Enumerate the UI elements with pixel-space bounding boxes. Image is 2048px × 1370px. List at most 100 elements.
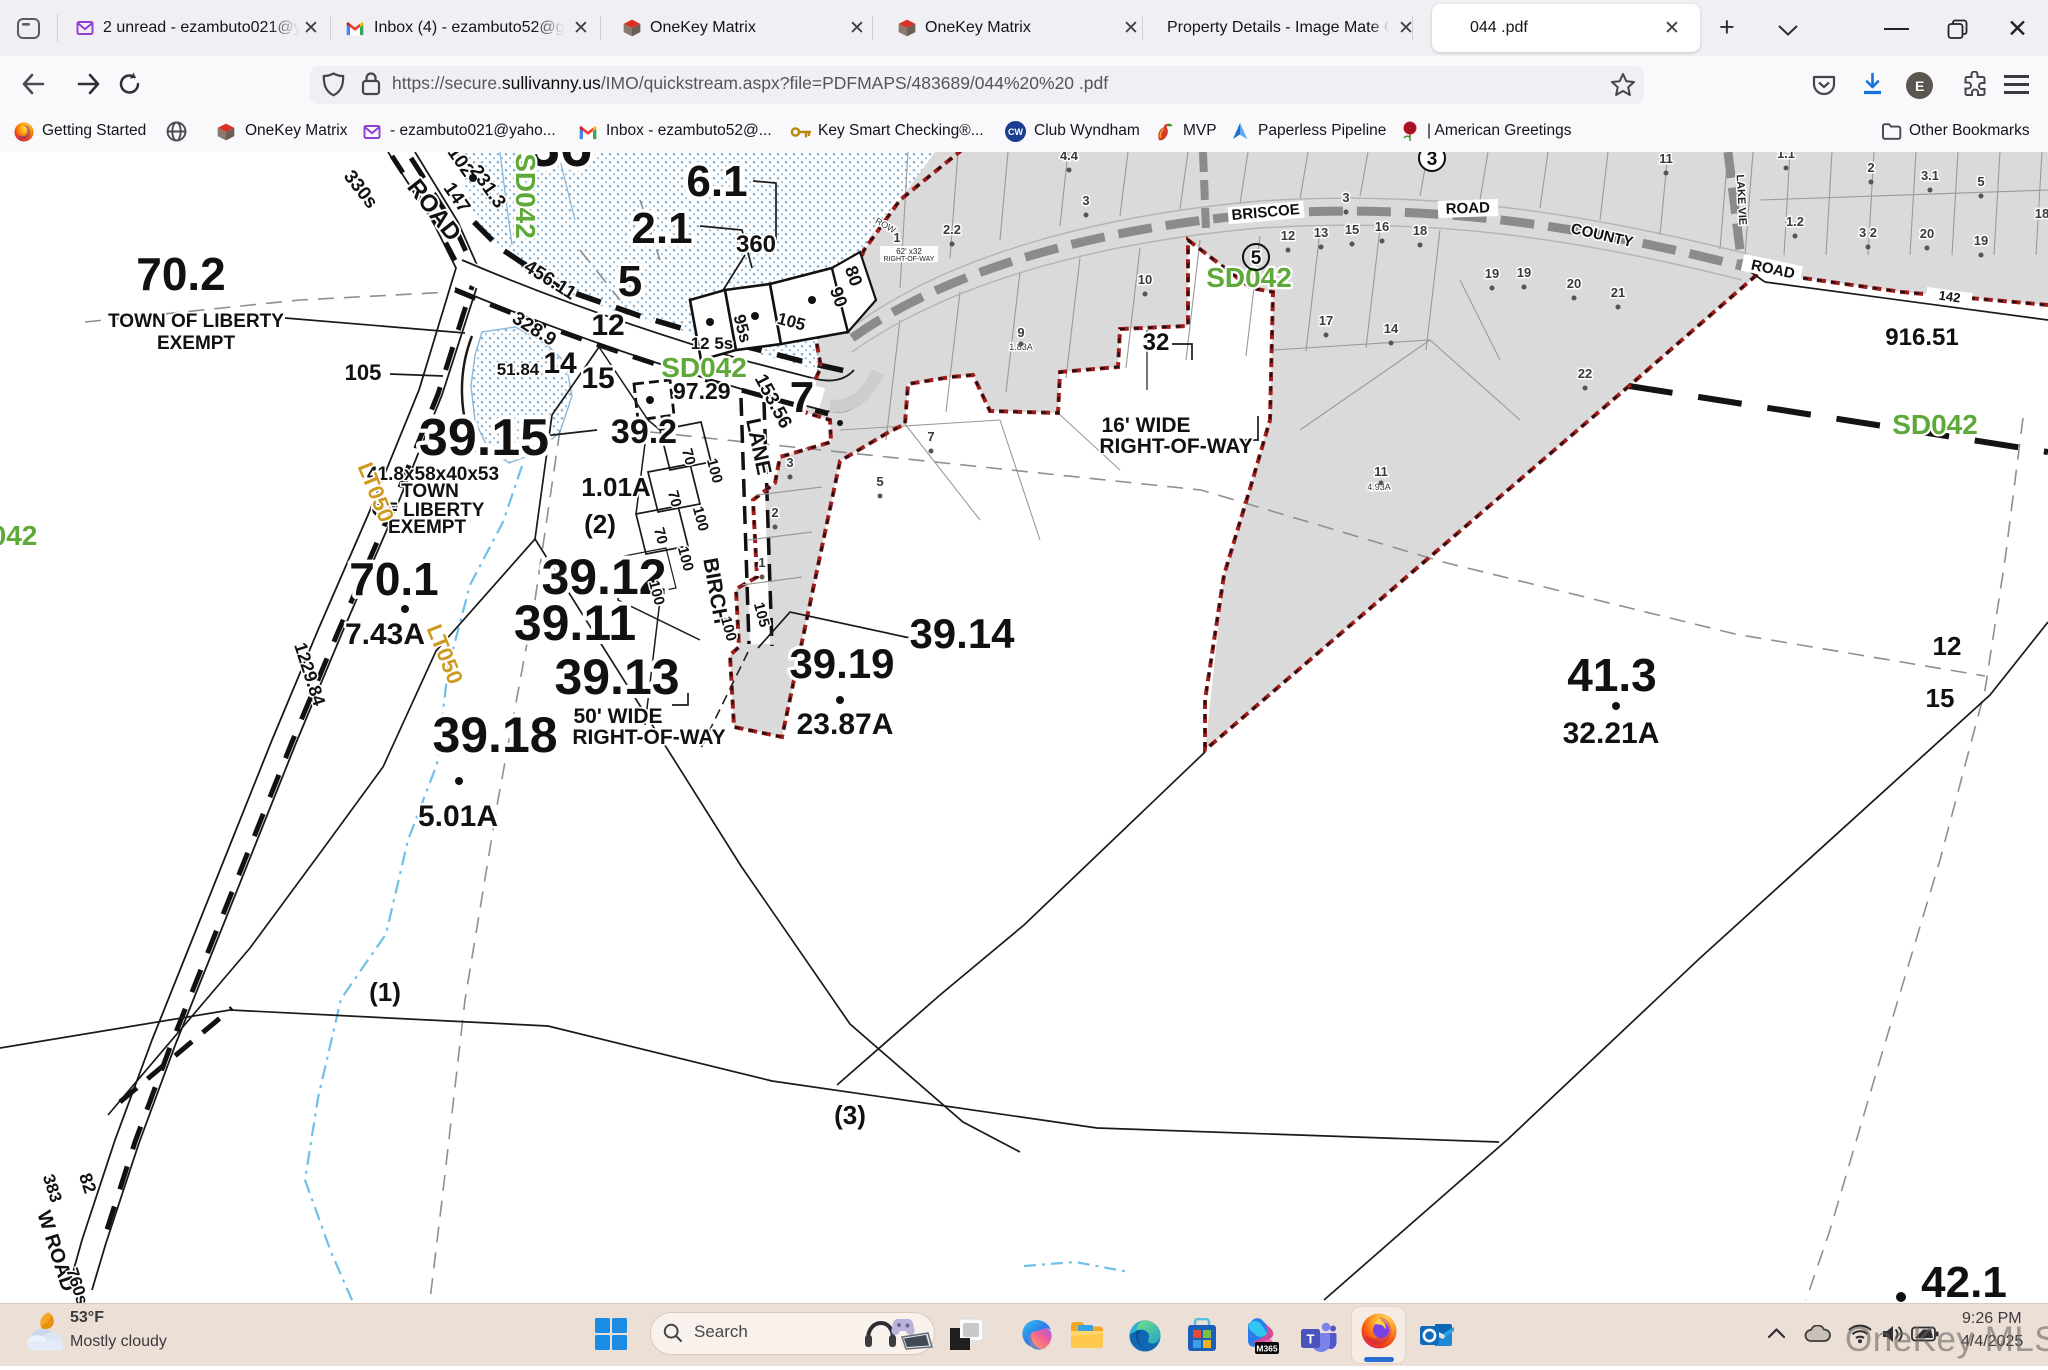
svg-text:39.19: 39.19 <box>789 640 894 687</box>
svg-text:23.87A: 23.87A <box>797 708 894 741</box>
svg-text:12: 12 <box>1281 228 1295 243</box>
svg-text:12: 12 <box>1933 631 1962 661</box>
svg-text:9: 9 <box>1017 325 1024 340</box>
svg-text:1: 1 <box>893 230 900 245</box>
svg-text:70: 70 <box>650 526 671 547</box>
svg-text:7.43A: 7.43A <box>345 618 425 651</box>
svg-text:100: 100 <box>703 457 726 486</box>
svg-text:1: 1 <box>758 555 765 570</box>
svg-text:32: 32 <box>1143 329 1170 356</box>
svg-text:18: 18 <box>1413 223 1427 238</box>
svg-text:51.84: 51.84 <box>497 360 540 379</box>
svg-text:19: 19 <box>1485 266 1499 281</box>
svg-text:SD042: SD042 <box>661 352 747 383</box>
svg-text:15: 15 <box>1926 683 1955 713</box>
svg-text:(3): (3) <box>834 1100 866 1130</box>
svg-text:16' WIDE: 16' WIDE <box>1101 414 1190 437</box>
svg-text:100: 100 <box>689 505 712 534</box>
svg-text:EXEMPT: EXEMPT <box>388 517 467 538</box>
svg-text:105: 105 <box>345 360 382 385</box>
svg-text:2: 2 <box>1867 160 1874 175</box>
svg-text:12 5s: 12 5s <box>691 334 734 353</box>
svg-text:15: 15 <box>581 362 614 395</box>
svg-text:12: 12 <box>591 309 624 342</box>
svg-text:LT050: LT050 <box>422 621 468 688</box>
svg-text:5.01A: 5.01A <box>418 800 498 833</box>
svg-text:3 2: 3 2 <box>1859 225 1877 240</box>
svg-text:16: 16 <box>1375 219 1389 234</box>
svg-text:18: 18 <box>2035 206 2048 221</box>
svg-text:1.01A: 1.01A <box>581 472 651 502</box>
svg-text:T: T <box>1307 1332 1315 1347</box>
svg-text:17: 17 <box>1319 313 1333 328</box>
svg-text:20: 20 <box>1567 276 1581 291</box>
svg-text:TOWN OF LIBERTY: TOWN OF LIBERTY <box>108 311 284 332</box>
svg-text:41.3: 41.3 <box>1567 649 1657 701</box>
svg-text:RIGHT-OF-WAY: RIGHT-OF-WAY <box>1099 435 1252 458</box>
svg-text:70: 70 <box>664 489 685 510</box>
svg-text:3: 3 <box>1342 190 1349 205</box>
svg-text:39.11: 39.11 <box>514 595 636 651</box>
svg-text:70.1: 70.1 <box>349 553 439 605</box>
svg-text:2: 2 <box>771 505 778 520</box>
svg-text:383: 383 <box>39 1172 66 1205</box>
svg-text:14: 14 <box>543 347 577 380</box>
svg-text:1.1: 1.1 <box>1777 152 1795 161</box>
svg-text:5: 5 <box>1251 248 1262 269</box>
svg-text:3.1: 3.1 <box>1921 168 1939 183</box>
svg-text:19: 19 <box>1517 265 1531 280</box>
svg-text:SD042: SD042 <box>510 153 541 239</box>
svg-text:39.18: 39.18 <box>432 707 557 763</box>
svg-text:5: 5 <box>876 474 883 489</box>
svg-text:82: 82 <box>75 1171 100 1196</box>
svg-text:2.2: 2.2 <box>943 222 961 237</box>
svg-text:330s: 330s <box>339 166 382 212</box>
svg-text:M365: M365 <box>1256 1344 1278 1354</box>
svg-text:EXEMPT: EXEMPT <box>157 333 236 354</box>
svg-text:2.1: 2.1 <box>631 204 692 253</box>
svg-text:RIGHT-OF-WAY: RIGHT-OF-WAY <box>884 256 935 263</box>
svg-text:5: 5 <box>618 257 642 306</box>
svg-text:11: 11 <box>1374 464 1388 479</box>
svg-text:20: 20 <box>1920 226 1934 241</box>
svg-text:15: 15 <box>1345 222 1359 237</box>
svg-text:ROAD: ROAD <box>1445 199 1490 218</box>
svg-text:042: 042 <box>0 520 37 551</box>
svg-text:TOWN: TOWN <box>401 481 459 502</box>
svg-text:10: 10 <box>1138 272 1152 287</box>
svg-text:100: 100 <box>717 615 740 644</box>
svg-text:6.1: 6.1 <box>686 157 747 206</box>
svg-text:22: 22 <box>1578 366 1592 381</box>
svg-text:14: 14 <box>1384 321 1399 336</box>
svg-text:RIGHT-OF-WAY: RIGHT-OF-WAY <box>572 726 725 749</box>
svg-text:142: 142 <box>1938 288 1962 306</box>
svg-text:32.21A: 32.21A <box>1563 717 1660 750</box>
svg-text:62' x32: 62' x32 <box>896 247 922 256</box>
svg-text:42.1: 42.1 <box>1921 1258 2007 1307</box>
svg-text:4.4: 4.4 <box>1060 152 1079 163</box>
svg-text:7: 7 <box>927 429 934 444</box>
svg-text:5: 5 <box>1977 174 1984 189</box>
svg-text:916.51: 916.51 <box>1885 324 1958 351</box>
svg-text:(2): (2) <box>584 509 616 539</box>
svg-text:(1): (1) <box>369 977 401 1007</box>
svg-text:39.15: 39.15 <box>419 409 549 467</box>
svg-text:7: 7 <box>790 373 814 422</box>
svg-text:50' WIDE: 50' WIDE <box>573 705 662 728</box>
svg-text:SD042: SD042 <box>1206 262 1292 293</box>
svg-text:13: 13 <box>1314 225 1328 240</box>
svg-text:3: 3 <box>786 455 793 470</box>
svg-text:SD042: SD042 <box>1892 409 1978 440</box>
svg-text:100: 100 <box>674 545 697 574</box>
svg-text:70.2: 70.2 <box>136 248 226 300</box>
svg-text:3: 3 <box>1082 193 1089 208</box>
svg-text:39.14: 39.14 <box>909 610 1015 657</box>
svg-text:11: 11 <box>1659 152 1673 166</box>
svg-text:19: 19 <box>1974 233 1988 248</box>
svg-text:39.13: 39.13 <box>554 649 679 705</box>
svg-text:3: 3 <box>1427 152 1438 170</box>
svg-text:1.2: 1.2 <box>1786 214 1804 229</box>
svg-text:360: 360 <box>736 231 776 258</box>
svg-text:21: 21 <box>1611 285 1625 300</box>
svg-text:70: 70 <box>678 447 699 468</box>
